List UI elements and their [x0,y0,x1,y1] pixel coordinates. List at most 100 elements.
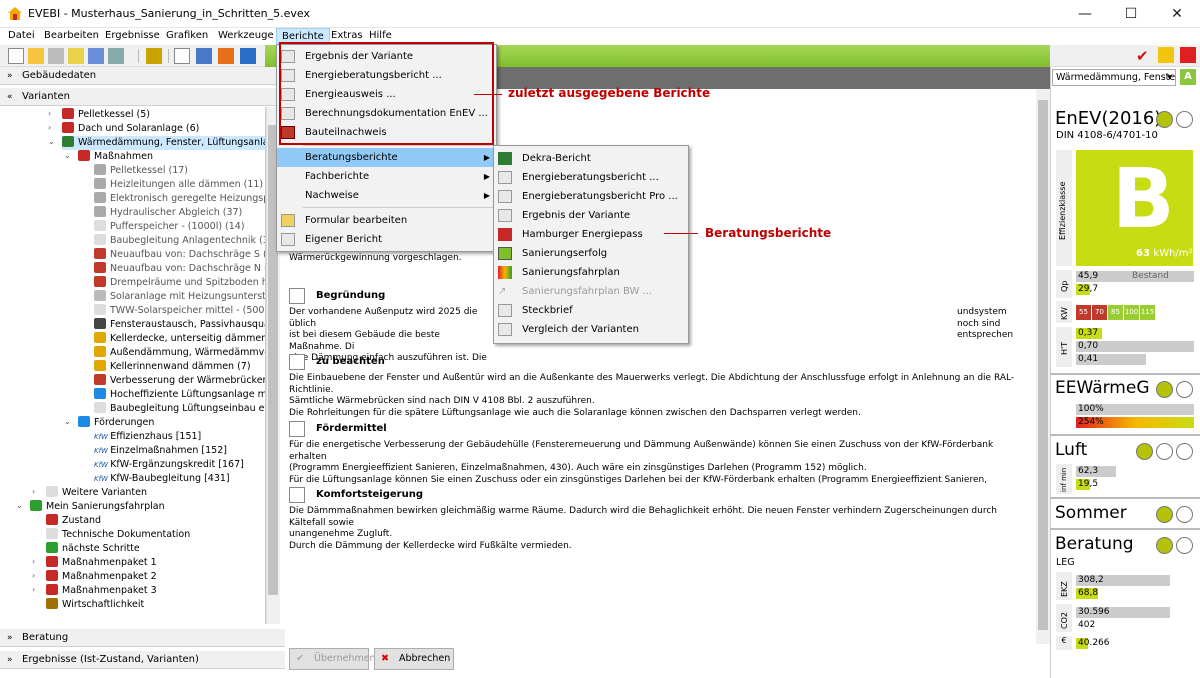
import-icon[interactable] [68,48,84,64]
menu-datei[interactable]: Datei [3,28,40,45]
tree-expander[interactable]: ⌄ [64,417,71,426]
close-button[interactable]: ✕ [1154,0,1200,28]
variant-select[interactable]: Wärmedämmung, Fenster ▾ [1052,69,1176,86]
menu-bar: Datei Bearbeiten Ergebnisse Grafiken Wer… [0,28,1200,45]
tree-node[interactable]: Dach und Solaranlage (6) [62,122,199,136]
tree-node[interactable]: Hocheffiziente Lüftungsanlage mit W [94,388,265,402]
tree-node[interactable]: Weitere Varianten [46,486,147,500]
tree-node[interactable]: Solaranlage mit Heizungsunterstütz [94,290,265,304]
menu-grafiken[interactable]: Grafiken [161,28,213,45]
tree-node[interactable]: Verbesserung der Wärmebrücken, pa [94,374,265,388]
new-file-icon[interactable] [8,48,24,64]
menu-item-energieberatungsbericht-pro[interactable]: Energieberatungsbericht Pro ... [494,187,688,206]
export-icon[interactable] [88,48,104,64]
euro-value: 40.266 [1078,638,1110,648]
tree-node[interactable]: Baubegleitung Lüftungseinbau etc. ( [94,402,265,416]
variant-select-value: Wärmedämmung, Fenster [1056,72,1176,83]
exit-icon[interactable] [1158,47,1174,63]
check-icon[interactable]: ✔ [1136,47,1149,65]
tree-node[interactable]: Baubegleitung Anlagentechnik (36) [94,234,265,248]
tree-node[interactable]: TWW-Solarspeicher mittel - (500 l) (2 [94,304,265,318]
tree-node[interactable]: KfW Einzelmaßnahmen [152] [94,444,227,458]
tree-node[interactable]: Maßnahmenpaket 1 [46,556,157,570]
uebernehmen-button[interactable]: ✔ Übernehmen [289,648,376,670]
kw-100: 100 [1124,305,1139,320]
open-folder-icon[interactable] [28,48,44,64]
status-circle [1156,443,1173,460]
menu-item-sanierungserfolg[interactable]: Sanierungserfolg [494,244,688,263]
tree-node-icon [94,262,106,273]
tree-expander[interactable]: › [32,585,35,594]
menu-item-hamburger-energiepass[interactable]: Hamburger Energiepass [494,225,688,244]
tree-expander[interactable]: ⌄ [64,151,71,160]
dena-icon[interactable] [108,48,124,64]
menu-item-dekra[interactable]: Dekra-Bericht [494,149,688,168]
tree-node[interactable]: Wärmedämmung, Fenster, Lüftungsanlage ( [62,136,265,150]
tree-node[interactable]: Förderungen [78,416,154,430]
menu-item-eigener-bericht[interactable]: Eigener Bericht [277,230,496,249]
section-ergebnisse[interactable]: » Ergebnisse (Ist-Zustand, Varianten) [0,651,285,669]
tree-node[interactable]: Kellerdecke, unterseitig dämmen (1) [94,332,265,346]
export-red-icon[interactable] [218,48,234,64]
report-icon[interactable] [174,48,190,64]
tree-node[interactable]: Hydraulischer Abgleich (37) [94,206,242,220]
menu-ergebnisse[interactable]: Ergebnisse [100,28,165,45]
menu-item-ergebnis-variante-sub[interactable]: Ergebnis der Variante [494,206,688,225]
tree-node[interactable]: Außendämmung, Wärmedämmverbu [94,346,265,360]
section-varianten[interactable]: « Varianten [0,88,285,106]
menu-item-sanierungsfahrplan[interactable]: Sanierungsfahrplan [494,263,688,282]
menu-item-energieberatungsbericht-sub[interactable]: Energieberatungsbericht ... [494,168,688,187]
menu-bearbeiten[interactable]: Bearbeiten [39,28,104,45]
structure-icon[interactable] [196,48,212,64]
minimize-button[interactable]: — [1062,0,1108,28]
tree-node[interactable]: Pelletkessel (17) [94,164,188,178]
tree-node[interactable]: Maßnahmenpaket 3 [46,584,157,598]
content-scrollbar-thumb[interactable] [1038,100,1048,630]
a-icon[interactable]: A [1180,69,1196,85]
tree-node[interactable]: Elektronisch geregelte Heizungspump [94,192,265,206]
tree-node[interactable]: Pufferspeicher - (1000l) (14) [94,220,245,234]
menu-item-fachberichte[interactable]: Fachberichte ▶ [277,167,496,186]
abbrechen-button[interactable]: ✖ Abbrechen [374,648,454,670]
menu-item-formular-bearbeiten[interactable]: Formular bearbeiten [277,211,496,230]
menu-item-beratungsberichte[interactable]: Beratungsberichte ▶ [277,148,496,167]
tree-node-label: Maßnahmenpaket 2 [62,571,157,582]
tree-expander[interactable]: › [32,571,35,580]
tree-expander[interactable]: › [48,109,51,118]
wand-icon[interactable] [146,48,162,64]
tree-node[interactable]: Zustand [46,514,101,528]
tree-node[interactable]: KfW KfW-Baubegleitung [431] [94,472,230,486]
tree-node[interactable]: Fensteraustausch, Passivhausqualitä [94,318,265,332]
menu-item-vergleich-varianten[interactable]: Vergleich der Varianten [494,320,688,339]
tree-node[interactable]: Pelletkessel (5) [62,108,150,122]
copy-icon[interactable] [48,48,64,64]
section-beratung[interactable]: » Beratung [0,629,285,647]
export-blue-icon[interactable] [240,48,256,64]
tree-node[interactable]: Technische Dokumentation [46,528,190,542]
tree-node[interactable]: Neuaufbau von: Dachschräge N (9) [94,262,265,276]
tree-expander[interactable]: ⌄ [48,137,55,146]
section-gebaeudedaten[interactable]: » Gebäudedaten [0,67,285,85]
menu-werkzeuge[interactable]: Werkzeuge [213,28,279,45]
tree-node[interactable]: Mein Sanierungsfahrplan [30,500,165,514]
tree-node[interactable]: Neuaufbau von: Dachschräge S (8) [94,248,265,262]
tree-expander[interactable]: › [32,557,35,566]
maximize-button[interactable]: ☐ [1108,0,1154,28]
delete-icon[interactable] [1180,47,1196,63]
tree-node[interactable]: nächste Schritte [46,542,140,556]
tree-expander[interactable]: › [48,123,51,132]
tree-node[interactable]: KfW Effizienzhaus [151] [94,430,201,444]
menu-item-nachweise[interactable]: Nachweise ▶ [277,186,496,205]
eewaermeg-title: EEWärmeG [1055,378,1150,398]
tree-node[interactable]: Maßnahmen [78,150,153,164]
tree-node[interactable]: Heizleitungen alle dämmen (11) [94,178,263,192]
menu-item-sanierungsfahrplan-bw[interactable]: ↗ Sanierungsfahrplan BW ... [494,282,688,301]
tree-node[interactable]: Wirtschaftlichkeit [46,598,144,612]
tree-node[interactable]: Maßnahmenpaket 2 [46,570,157,584]
tree-node[interactable]: Drempelräume und Spitzboden hinzu [94,276,265,290]
menu-item-steckbrief[interactable]: Steckbrief [494,301,688,320]
tree-node[interactable]: Kellerinnenwand dämmen (7) [94,360,251,374]
tree-expander[interactable]: › [32,487,35,496]
tree-expander[interactable]: ⌄ [16,501,23,510]
tree-node[interactable]: KfW KfW-Ergänzungskredit [167] [94,458,244,472]
